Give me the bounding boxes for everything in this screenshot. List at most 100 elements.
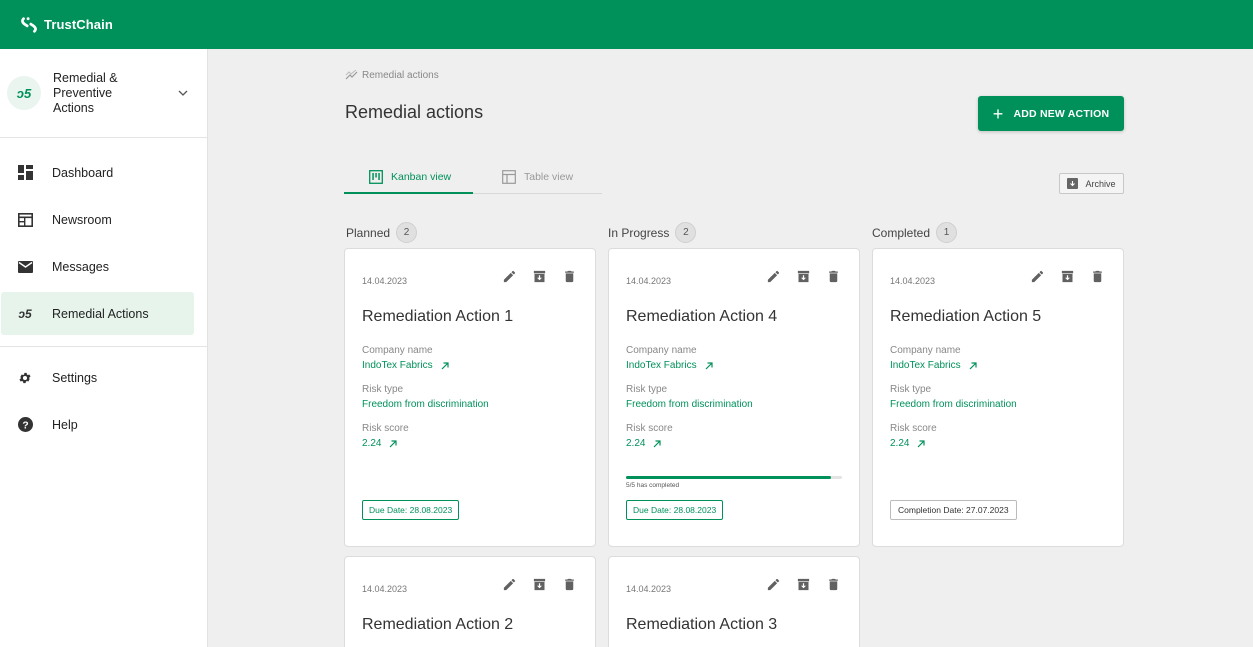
- sidebar-item-label: Help: [52, 417, 78, 432]
- newsroom-icon: [17, 212, 33, 228]
- edit-icon[interactable]: [765, 268, 781, 284]
- delete-icon[interactable]: [825, 576, 841, 592]
- archive-icon: [1067, 178, 1079, 189]
- column-title: Completed: [872, 225, 931, 240]
- external-link-icon: [969, 361, 977, 369]
- delete-icon[interactable]: [1089, 268, 1105, 284]
- risk-score-label: Risk score: [890, 423, 937, 434]
- column-header-planned: Planned 2: [346, 222, 418, 243]
- delete-icon[interactable]: [561, 268, 577, 284]
- tab-label: Kanban view: [391, 170, 452, 183]
- card-title: Remediation Action 1: [362, 308, 514, 325]
- sidebar-item-label: Messages: [52, 259, 109, 274]
- kanban-icon: [369, 169, 383, 184]
- dashboard-icon: [17, 165, 33, 181]
- edit-icon[interactable]: [765, 576, 781, 592]
- due-date-badge: Due Date: 28.08.2023: [626, 500, 724, 520]
- help-icon: ?: [17, 417, 33, 433]
- edit-icon[interactable]: [501, 268, 517, 284]
- company-name: IndoTex Fabrics: [626, 360, 697, 371]
- column-title: In Progress: [608, 225, 670, 240]
- trustchain-logo-icon: [21, 16, 37, 33]
- page-title: Remedial actions: [345, 102, 484, 122]
- sidebar-item-label: Remedial Actions: [52, 306, 149, 321]
- action-card[interactable]: 14.04.2023 Remediation Action 3: [608, 556, 860, 647]
- risk-score-link[interactable]: 2.24: [362, 438, 398, 449]
- sidebar-item-label: Newsroom: [52, 212, 112, 227]
- archive-icon[interactable]: [531, 268, 547, 284]
- trend-icon: [345, 70, 358, 80]
- sidebar-item-newsroom[interactable]: Newsroom: [1, 198, 194, 241]
- column-header-in-progress: In Progress 2: [608, 222, 697, 243]
- action-card[interactable]: 14.04.2023 Remediation Action 2: [344, 556, 596, 647]
- add-new-action-button[interactable]: + ADD NEW ACTION: [978, 96, 1124, 131]
- company-name: IndoTex Fabrics: [890, 360, 961, 371]
- company-label: Company name: [362, 345, 433, 356]
- sidebar-item-messages[interactable]: Messages: [1, 245, 194, 288]
- card-date: 14.04.2023: [362, 276, 408, 286]
- risk-type-label: Risk type: [362, 384, 404, 395]
- company-link[interactable]: IndoTex Fabrics: [362, 360, 450, 371]
- app-logo[interactable]: TrustChain: [20, 16, 113, 34]
- card-title: Remediation Action 5: [890, 308, 1042, 325]
- risk-type-value: Freedom from discrimination: [626, 399, 753, 410]
- tab-kanban-view[interactable]: Kanban view: [344, 161, 473, 194]
- company-link[interactable]: IndoTex Fabrics: [890, 360, 978, 371]
- column-count-badge: 1: [936, 222, 958, 243]
- company-label: Company name: [626, 345, 697, 356]
- risk-score-value: 2.24: [890, 438, 910, 449]
- progress-bar: [626, 476, 842, 479]
- card-title: Remediation Action 2: [362, 616, 514, 633]
- external-link-icon: [441, 361, 449, 369]
- top-app-bar: TrustChain: [0, 0, 1253, 49]
- sidebar-item-help[interactable]: ? Help: [1, 403, 194, 446]
- archive-icon[interactable]: [531, 576, 547, 592]
- edit-icon[interactable]: [1029, 268, 1045, 284]
- card-date: 14.04.2023: [626, 584, 672, 594]
- delete-icon[interactable]: [561, 576, 577, 592]
- external-link-icon: [654, 439, 662, 447]
- card-date: 14.04.2023: [890, 276, 936, 286]
- chevron-down-icon[interactable]: [177, 87, 189, 99]
- module-label: Remedial & Preventive Actions: [53, 70, 118, 115]
- plus-icon: +: [992, 103, 1004, 124]
- remedial-module-icon: ↄ5: [7, 76, 41, 110]
- archive-icon[interactable]: [795, 268, 811, 284]
- sidebar-item-remedial-actions[interactable]: ↄ5 Remedial Actions: [1, 292, 194, 335]
- column-count-badge: 2: [396, 222, 418, 243]
- gear-icon: [17, 370, 33, 386]
- card-title: Remediation Action 4: [626, 308, 778, 325]
- table-icon: [502, 170, 516, 184]
- risk-type-value: Freedom from discrimination: [362, 399, 489, 410]
- edit-icon[interactable]: [501, 576, 517, 592]
- archive-icon[interactable]: [1059, 268, 1075, 284]
- breadcrumb[interactable]: Remedial actions: [345, 70, 439, 81]
- module-selector[interactable]: ↄ5 Remedial & Preventive Actions: [0, 49, 207, 138]
- tab-label: Table view: [524, 171, 574, 183]
- action-card[interactable]: 14.04.2023 Remediation Action 1 Company …: [344, 248, 596, 547]
- sidebar-nav: Dashboard Newsroom Messages ↄ5 Remedial …: [0, 138, 207, 446]
- sidebar-item-settings[interactable]: Settings: [1, 356, 194, 399]
- external-link-icon: [390, 439, 398, 447]
- progress-text: 5/5 has completed: [626, 482, 680, 489]
- tab-table-view[interactable]: Table view: [473, 161, 573, 193]
- delete-icon[interactable]: [825, 268, 841, 284]
- progress-bar-fill: [626, 476, 832, 479]
- sidebar-item-dashboard[interactable]: Dashboard: [1, 151, 194, 194]
- archive-icon[interactable]: [795, 576, 811, 592]
- app-name: TrustChain: [44, 17, 113, 32]
- card-actions: [765, 268, 841, 284]
- action-card[interactable]: 14.04.2023 Remediation Action 4 Company …: [608, 248, 860, 547]
- card-date: 14.04.2023: [626, 276, 672, 286]
- company-link[interactable]: IndoTex Fabrics: [626, 360, 714, 371]
- archive-button[interactable]: Archive: [1059, 173, 1124, 194]
- card-actions: [1029, 268, 1105, 284]
- add-button-label: ADD NEW ACTION: [1013, 107, 1110, 120]
- sidebar-item-label: Dashboard: [52, 165, 114, 180]
- risk-score-link[interactable]: 2.24: [890, 438, 926, 449]
- risk-score-link[interactable]: 2.24: [626, 438, 662, 449]
- mail-icon: [17, 259, 33, 275]
- external-link-icon: [705, 361, 713, 369]
- card-actions: [765, 576, 841, 592]
- action-card[interactable]: 14.04.2023 Remediation Action 5 Company …: [872, 248, 1124, 547]
